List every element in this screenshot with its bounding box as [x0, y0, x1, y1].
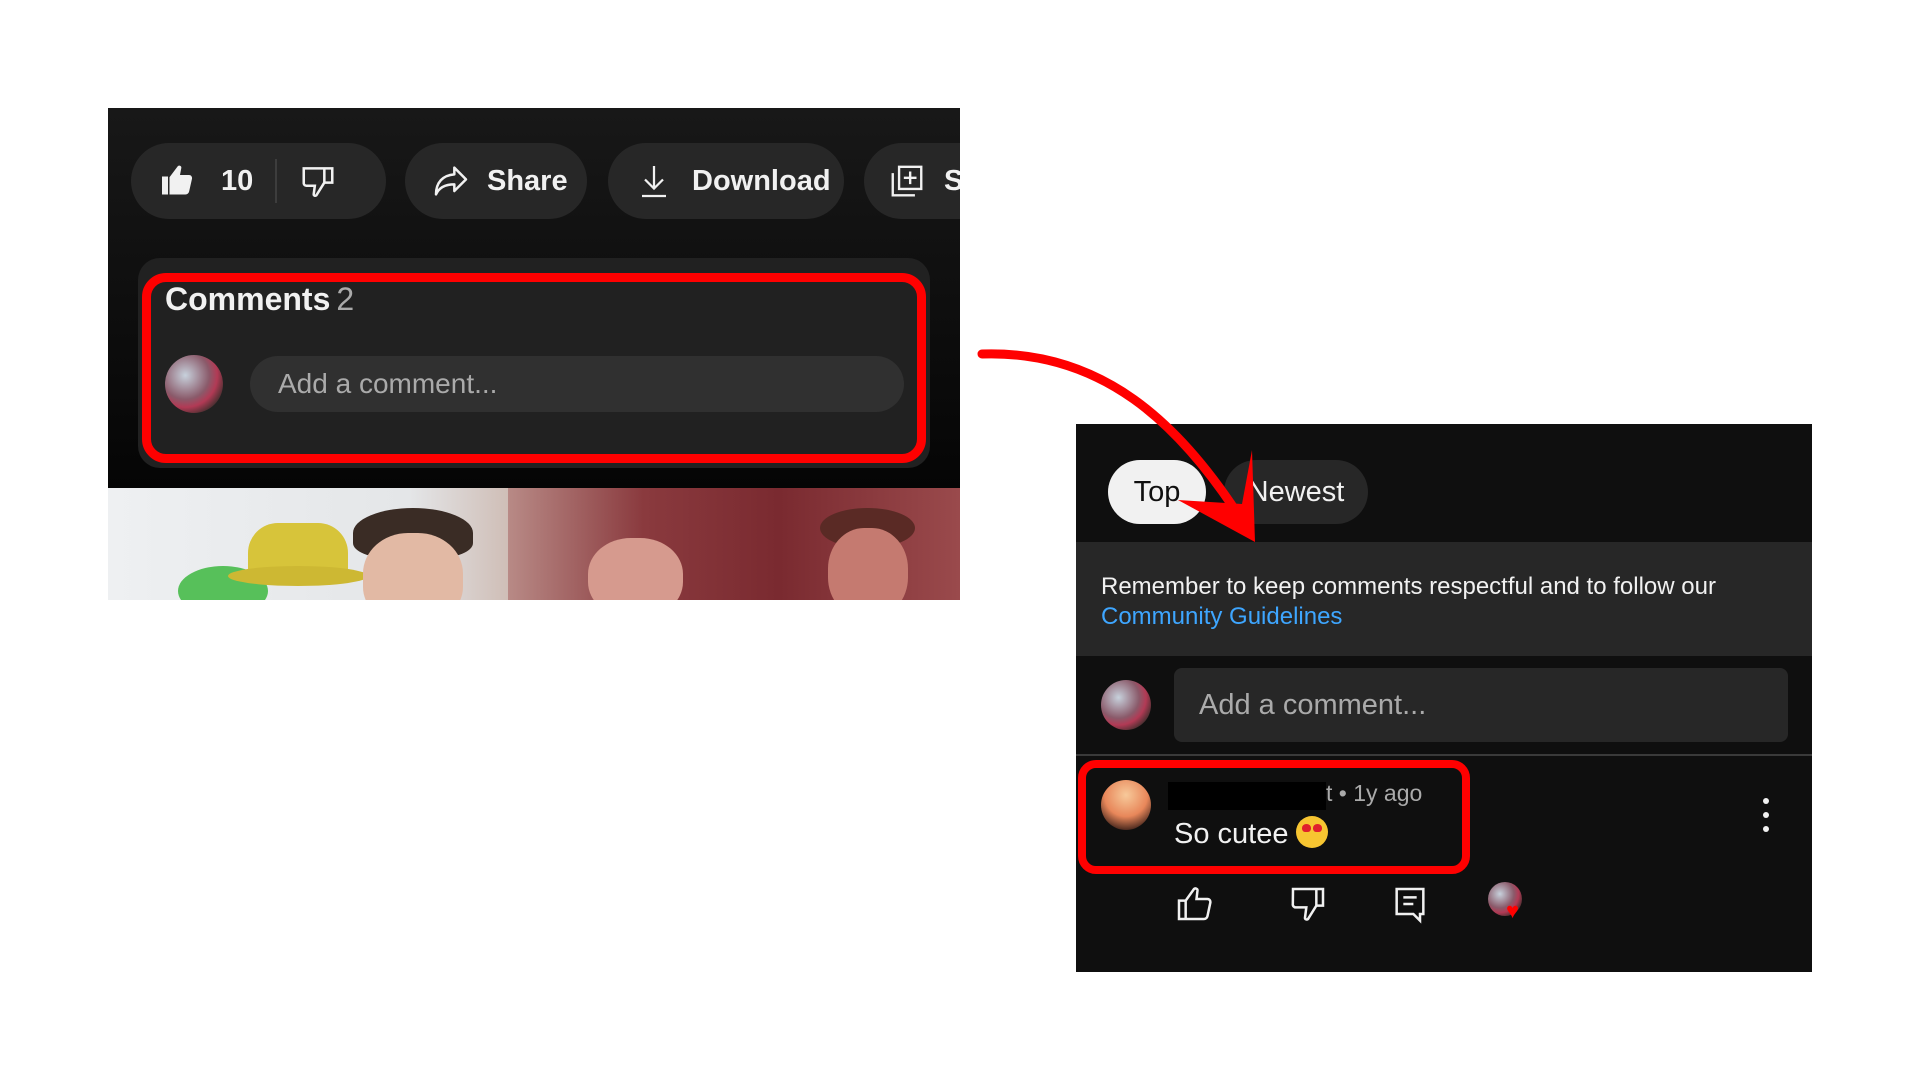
- save-button[interactable]: S: [864, 143, 960, 219]
- thumbs-up-filled-icon: [162, 165, 193, 195]
- save-label: S: [944, 164, 960, 197]
- share-label: Share: [487, 164, 568, 197]
- creator-heart-badge: ♥: [1488, 882, 1528, 922]
- like-count: 10: [221, 164, 254, 197]
- reply-icon[interactable]: [1390, 884, 1430, 924]
- hat-brim-shape: [228, 566, 368, 586]
- download-icon: [642, 166, 666, 198]
- user-avatar: [1101, 680, 1151, 730]
- notice-text: Remember to keep comments respectful and…: [1101, 573, 1716, 600]
- heart-icon: ♥: [1506, 898, 1520, 923]
- thumbs-up-icon[interactable]: [1174, 884, 1214, 924]
- community-guidelines-link[interactable]: Community Guidelines: [1101, 602, 1342, 632]
- share-arrow-icon: [434, 166, 468, 196]
- dislike-button[interactable]: [299, 162, 337, 200]
- add-comment-input[interactable]: Add a comment...: [1174, 668, 1788, 742]
- add-to-playlist-icon: [891, 165, 923, 197]
- thumbnail-scene-right: [508, 488, 960, 600]
- thumbs-down-icon[interactable]: [1288, 884, 1328, 924]
- video-thumbnail[interactable]: [108, 488, 960, 600]
- share-button[interactable]: Share: [405, 143, 587, 219]
- video-actions-panel: 10 Share Download S Comments 2 Add a comm…: [108, 108, 960, 600]
- more-options-icon[interactable]: [1756, 796, 1776, 836]
- sort-chip-top[interactable]: Top: [1108, 460, 1206, 524]
- download-button[interactable]: Download: [608, 143, 844, 219]
- person-face-shape: [363, 533, 463, 600]
- like-button[interactable]: 10: [131, 163, 253, 199]
- comments-panel: Top Newest Remember to keep comments res…: [1076, 424, 1812, 972]
- annotation-highlight-box: [142, 273, 926, 463]
- download-label: Download: [692, 164, 831, 197]
- thumbs-down-icon: [302, 167, 334, 197]
- like-divider: [275, 159, 278, 203]
- like-dislike-group: 10: [131, 143, 386, 219]
- sort-chip-newest[interactable]: Newest: [1224, 460, 1368, 524]
- thumbnail-scene-left: [108, 488, 538, 600]
- divider: [1076, 754, 1812, 756]
- person-face-shape: [828, 528, 908, 600]
- person-face-shape: [588, 538, 683, 600]
- annotation-highlight-box: [1078, 760, 1470, 874]
